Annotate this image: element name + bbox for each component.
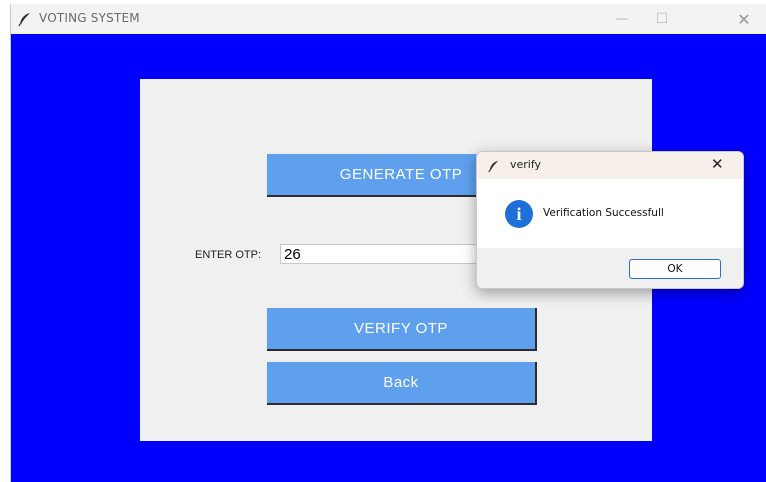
- verify-dialog: verify ✕ i Verification Successfull OK: [476, 151, 744, 289]
- verify-otp-button[interactable]: VERIFY OTP: [267, 308, 537, 351]
- feather-icon: [17, 11, 33, 27]
- dialog-message: Verification Successfull: [543, 207, 664, 219]
- window-title: VOTING SYSTEM: [39, 11, 140, 25]
- maximize-button[interactable]: ☐: [639, 4, 685, 34]
- ok-button[interactable]: OK: [629, 259, 721, 279]
- otp-label: ENTER OTP:: [195, 249, 262, 261]
- dialog-title: verify: [510, 158, 542, 171]
- close-button[interactable]: ✕: [721, 4, 766, 34]
- back-button[interactable]: Back: [267, 362, 537, 405]
- info-icon: i: [505, 200, 533, 228]
- feather-icon: [487, 158, 501, 173]
- dialog-title-bar[interactable]: verify ✕: [477, 152, 743, 179]
- title-bar[interactable]: VOTING SYSTEM — ☐ ✕: [11, 4, 766, 34]
- otp-input[interactable]: [280, 244, 480, 264]
- dialog-body: i Verification Successfull: [477, 179, 743, 248]
- dialog-close-button[interactable]: ✕: [711, 155, 724, 173]
